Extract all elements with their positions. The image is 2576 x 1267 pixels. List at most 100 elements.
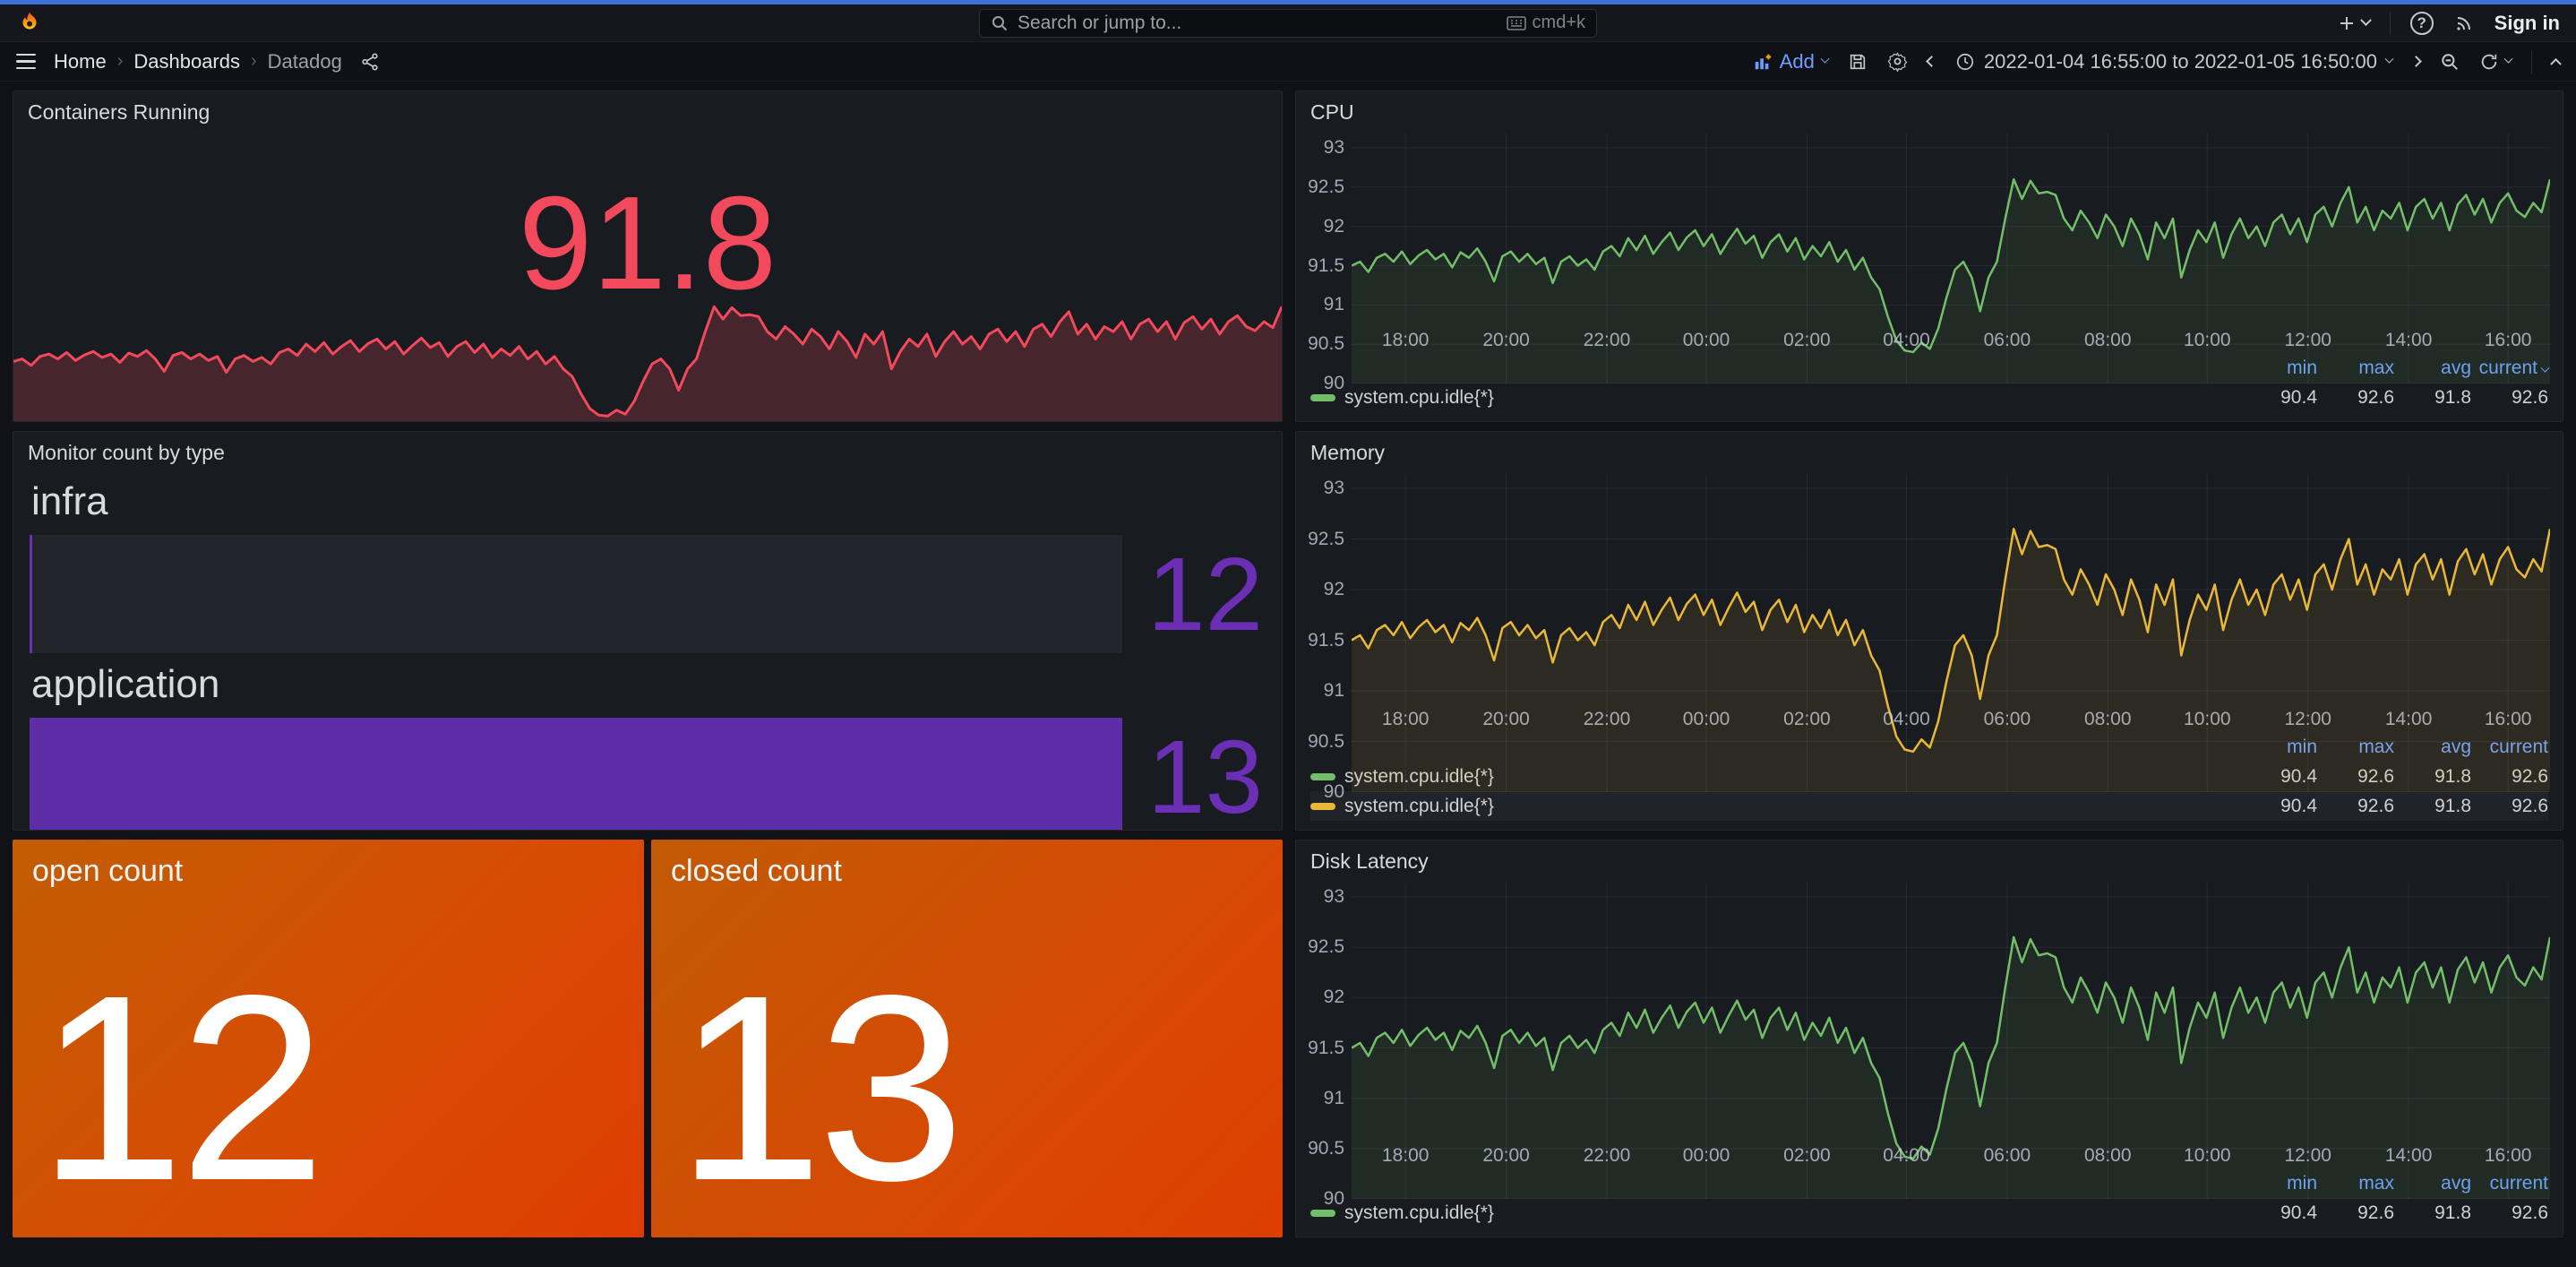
grafana-logo-icon[interactable] bbox=[16, 10, 43, 37]
collapse-toolbar-icon[interactable] bbox=[2550, 58, 2562, 70]
chevron-down-icon bbox=[1820, 55, 1829, 64]
time-shift-forward-icon[interactable] bbox=[2410, 56, 2422, 67]
breadcrumb-current: Datadog bbox=[268, 50, 342, 73]
stat-value: 91.8 bbox=[519, 177, 777, 310]
x-tick-label: 00:00 bbox=[1683, 709, 1730, 730]
memory-chart-plot[interactable] bbox=[1352, 474, 2550, 703]
y-axis: 9090.59191.59292.593 bbox=[1303, 134, 1352, 351]
y-tick-label: 93 bbox=[1324, 137, 1344, 159]
x-tick-label: 16:00 bbox=[2485, 1145, 2532, 1167]
legend-stat-min: 90.4 bbox=[2240, 796, 2317, 817]
y-tick-label: 92.5 bbox=[1308, 529, 1344, 550]
x-tick-label: 00:00 bbox=[1683, 330, 1730, 351]
legend-series-row: system.cpu.idle{*}90.492.691.892.6 bbox=[1310, 791, 2548, 821]
legend-series-swatch bbox=[1310, 773, 1335, 780]
time-shift-back-icon[interactable] bbox=[1926, 56, 1937, 67]
y-tick-label: 92 bbox=[1324, 579, 1344, 600]
share-icon[interactable] bbox=[360, 52, 380, 72]
keyboard-shortcut: cmd+k bbox=[1507, 13, 1585, 33]
x-tick-label: 06:00 bbox=[1984, 330, 2031, 351]
legend-stat-max: 92.6 bbox=[2317, 387, 2394, 409]
y-tick-label: 90.5 bbox=[1308, 1138, 1344, 1159]
x-tick-label: 22:00 bbox=[1584, 709, 1631, 730]
legend-stat-current: 92.6 bbox=[2471, 796, 2548, 817]
x-tick-label: 00:00 bbox=[1683, 1145, 1730, 1167]
divider bbox=[2531, 50, 2532, 73]
chevron-down-icon bbox=[2360, 14, 2372, 26]
x-tick-label: 22:00 bbox=[1584, 330, 1631, 351]
y-tick-label: 90.5 bbox=[1308, 731, 1344, 753]
y-tick-label: 92.5 bbox=[1308, 177, 1344, 198]
bargauge-track-infra bbox=[30, 535, 1122, 653]
legend-stat-min: 90.4 bbox=[2240, 1202, 2317, 1224]
x-axis: 18:0020:0022:0000:0002:0004:0006:0008:00… bbox=[1352, 1140, 2550, 1167]
zoom-out-icon[interactable] bbox=[2440, 52, 2460, 72]
breadcrumb: Home › Dashboards › Datadog bbox=[54, 50, 380, 73]
x-tick-label: 06:00 bbox=[1984, 1145, 2031, 1167]
panel-title[interactable]: Monitor count by type bbox=[13, 432, 1282, 469]
legend-series-label[interactable]: system.cpu.idle{*} bbox=[1344, 387, 1494, 409]
stat-value: 12 bbox=[38, 970, 321, 1208]
mega-menu-toggle[interactable] bbox=[16, 54, 36, 70]
panel-title[interactable]: Containers Running bbox=[13, 91, 1282, 128]
refresh-button[interactable] bbox=[2479, 52, 2512, 72]
containers-sparkline[interactable] bbox=[13, 294, 1282, 421]
legend-stat-avg: 91.8 bbox=[2394, 796, 2471, 817]
legend-series-label[interactable]: system.cpu.idle{*} bbox=[1344, 796, 1494, 817]
news-rss-icon[interactable] bbox=[2453, 13, 2475, 34]
bargauge-value-infra: 12 bbox=[1122, 545, 1266, 643]
x-tick-label: 08:00 bbox=[2084, 709, 2132, 730]
legend-series-swatch bbox=[1310, 394, 1335, 401]
navbar: Search or jump to... cmd+k ? Sign in bbox=[0, 4, 2576, 42]
x-tick-label: 02:00 bbox=[1783, 330, 1831, 351]
x-tick-label: 04:00 bbox=[1883, 1145, 1930, 1167]
disk-chart-plot[interactable] bbox=[1352, 883, 2550, 1140]
y-tick-label: 92 bbox=[1324, 987, 1344, 1008]
chevron-down-icon bbox=[2385, 55, 2394, 64]
search-placeholder: Search or jump to... bbox=[1018, 13, 1498, 34]
x-tick-label: 14:00 bbox=[2385, 709, 2433, 730]
keyboard-icon bbox=[1507, 16, 1526, 30]
panel-open-count: open count 12 bbox=[13, 840, 644, 1237]
y-tick-label: 92 bbox=[1324, 216, 1344, 237]
x-tick-label: 18:00 bbox=[1382, 1145, 1430, 1167]
new-button[interactable] bbox=[2338, 14, 2370, 32]
help-icon[interactable]: ? bbox=[2410, 12, 2434, 35]
y-tick-label: 91.5 bbox=[1308, 255, 1344, 277]
bargauge-row: 12 bbox=[30, 535, 1266, 653]
panel-title[interactable]: closed count bbox=[651, 840, 1283, 903]
save-dashboard-icon[interactable] bbox=[1848, 52, 1868, 72]
chevron-down-icon bbox=[2504, 55, 2513, 64]
x-tick-label: 18:00 bbox=[1382, 330, 1430, 351]
legend-stat-current: 92.6 bbox=[2471, 387, 2548, 409]
panel-title[interactable]: open count bbox=[13, 840, 644, 903]
panel-title[interactable]: Disk Latency bbox=[1296, 840, 2563, 877]
breadcrumb-dashboards[interactable]: Dashboards bbox=[133, 50, 240, 73]
legend-series-label[interactable]: system.cpu.idle{*} bbox=[1344, 1202, 1494, 1224]
panel-monitor-count: Monitor count by type infra 12 applicati… bbox=[13, 431, 1283, 831]
legend-series-swatch bbox=[1310, 1210, 1335, 1217]
panel-title[interactable]: CPU bbox=[1296, 91, 2563, 128]
y-tick-label: 91 bbox=[1324, 680, 1344, 702]
stat-value: 13 bbox=[676, 970, 959, 1208]
panel-disk-latency: Disk Latency 9090.59191.59292.593 18:00 2… bbox=[1295, 840, 2563, 1237]
y-tick-label: 90 bbox=[1324, 781, 1344, 803]
clock-icon bbox=[1955, 52, 1975, 72]
x-tick-label: 16:00 bbox=[2485, 709, 2532, 730]
legend-stat-min: 90.4 bbox=[2240, 387, 2317, 409]
panel-title[interactable]: Memory bbox=[1296, 432, 2563, 469]
sign-in-button[interactable]: Sign in bbox=[2494, 12, 2560, 35]
breadcrumb-home[interactable]: Home bbox=[54, 50, 107, 73]
dashboard-settings-icon[interactable] bbox=[1887, 51, 1908, 72]
search-input[interactable]: Search or jump to... cmd+k bbox=[979, 9, 1597, 38]
y-axis: 9090.59191.59292.593 bbox=[1303, 474, 1352, 730]
time-range-picker[interactable]: 2022-01-04 16:55:00 to 2022-01-05 16:50:… bbox=[1955, 50, 2392, 73]
x-tick-label: 04:00 bbox=[1883, 709, 1930, 730]
x-tick-label: 22:00 bbox=[1584, 1145, 1631, 1167]
add-panel-button[interactable]: Add bbox=[1753, 50, 1828, 73]
bargauge-value-application: 13 bbox=[1122, 728, 1266, 826]
x-tick-label: 06:00 bbox=[1984, 709, 2031, 730]
y-tick-label: 90 bbox=[1324, 373, 1344, 394]
cpu-chart-plot[interactable] bbox=[1352, 134, 2550, 324]
y-axis: 9090.59191.59292.593 bbox=[1303, 883, 1352, 1167]
